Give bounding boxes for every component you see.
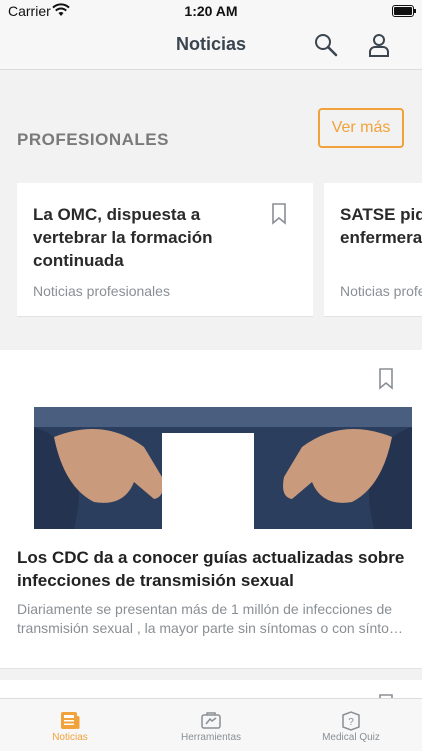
bookmark-icon[interactable] xyxy=(271,203,287,225)
tab-label: Herramientas xyxy=(180,732,242,743)
news-card-category: Noticias profesionales xyxy=(33,283,170,299)
news-card-title: SATSE pide la sobrecarga enfermera xyxy=(340,205,422,247)
tab-herramientas[interactable]: Herramientas xyxy=(141,699,281,751)
see-more-button[interactable]: Ver más xyxy=(318,108,404,148)
tab-label: Noticias xyxy=(52,732,88,743)
clock: 1:20 AM xyxy=(184,3,238,19)
article-image xyxy=(34,407,412,529)
battery-icon xyxy=(392,5,416,17)
user-icon[interactable] xyxy=(366,32,392,58)
news-card-title: La OMC, dispuesta a vertebrar la formaci… xyxy=(33,205,213,270)
bookmark-icon[interactable] xyxy=(378,368,394,390)
tab-medical-quiz[interactable]: ? Medical Quiz xyxy=(281,699,421,751)
article-title: Los CDC da a conocer guías actualizadas … xyxy=(17,548,405,590)
toolbox-icon xyxy=(201,712,221,729)
news-carousel[interactable]: La OMC, dispuesta a vertebrar la formaci… xyxy=(0,183,422,318)
tab-label: Medical Quiz xyxy=(322,732,380,743)
tab-noticias[interactable]: Noticias xyxy=(0,699,140,751)
news-card[interactable]: SATSE pide la sobrecarga enfermera Notic… xyxy=(324,183,422,317)
featured-article[interactable]: Los CDC da a conocer guías actualizadas … xyxy=(0,350,422,669)
search-icon[interactable] xyxy=(313,32,339,58)
article-summary-line1: Diariamente se presentan más de 1 millón… xyxy=(17,601,393,617)
article-summary-line2: transmisión sexual , la mayor parte sin … xyxy=(17,620,409,636)
newspaper-icon xyxy=(61,712,80,729)
section-title: PROFESIONALES xyxy=(17,130,169,149)
svg-text:?: ? xyxy=(348,717,354,728)
article-summary: Diariamente se presentan más de 1 millón… xyxy=(17,600,409,638)
news-card[interactable]: La OMC, dispuesta a vertebrar la formaci… xyxy=(17,183,313,317)
page-title: Noticias xyxy=(175,34,247,54)
quiz-icon: ? xyxy=(342,711,360,731)
nav-bar: Noticias xyxy=(0,22,422,70)
status-bar: Carrier 1:20 AM xyxy=(0,0,422,22)
news-card-category: Noticias profesionales xyxy=(340,283,422,299)
tab-bar: Noticias Herramientas ? Medical Quiz xyxy=(0,698,422,751)
